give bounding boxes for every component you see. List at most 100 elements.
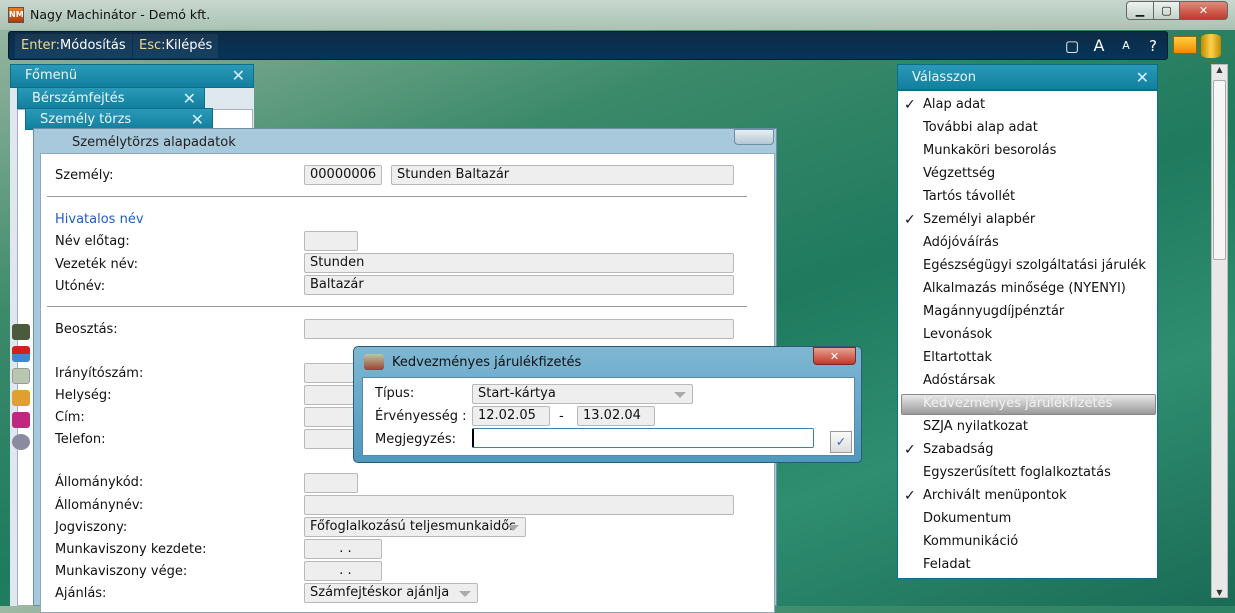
panel-szemely-torzs[interactable]: Személy törzs ✕ bbox=[25, 108, 213, 130]
house-icon[interactable] bbox=[12, 346, 30, 362]
dialog-close-button[interactable] bbox=[734, 129, 774, 145]
list-item[interactable]: SZJA nyilatkozat bbox=[923, 419, 1028, 434]
list-item[interactable]: Adóstársak bbox=[923, 373, 995, 388]
utonev-field[interactable]: Baltazár bbox=[304, 275, 734, 295]
list-item[interactable]: Egészségügyi szolgáltatási járulék bbox=[923, 258, 1146, 273]
megjegyzes-input[interactable] bbox=[472, 428, 814, 448]
list-item[interactable]: Dokumentum bbox=[923, 511, 1011, 526]
ervenyesseg-label: Érvényesség : bbox=[375, 409, 467, 424]
scroll-up-icon[interactable]: ▲ bbox=[1212, 65, 1227, 74]
minimize-button[interactable]: ▁ bbox=[1126, 1, 1154, 20]
scroll-thumb[interactable] bbox=[1213, 80, 1226, 260]
ok-check-button[interactable]: ✓ bbox=[830, 431, 852, 453]
list-item[interactable]: Munkaköri besorolás bbox=[923, 143, 1056, 158]
list-item[interactable]: Egyszerűsített foglalkoztatás bbox=[923, 465, 1111, 480]
panel-title: Válasszon bbox=[912, 70, 976, 85]
tipus-dropdown[interactable]: Start-kártya bbox=[472, 384, 693, 404]
allomanynev-field[interactable] bbox=[304, 495, 734, 515]
close-icon[interactable]: ✕ bbox=[183, 88, 196, 110]
list-item[interactable]: Adójóváírás bbox=[923, 235, 999, 250]
enter-modify-button[interactable]: Enter:Módosítás bbox=[15, 34, 132, 58]
list-item[interactable]: Kedvezményes járulékfizetés bbox=[923, 396, 1112, 411]
szemely-id-field[interactable]: 00000006 bbox=[304, 165, 382, 185]
allomanynev-label: Állománynév: bbox=[55, 498, 144, 513]
section-hivatalos-nev: Hivatalos név bbox=[55, 212, 144, 227]
jogviszony-dropdown[interactable]: Főfoglalkozású teljesmunkaidős bbox=[304, 517, 526, 537]
telefon-label: Telefon: bbox=[55, 432, 106, 447]
list-item[interactable]: Eltartottak bbox=[923, 350, 992, 365]
list-item[interactable]: Tartós távollét bbox=[923, 189, 1015, 204]
list-item[interactable]: További alap adat bbox=[923, 120, 1038, 135]
envelope-icon bbox=[364, 354, 384, 370]
app-logo-icon: NM bbox=[8, 7, 24, 23]
font-larger-button[interactable]: A bbox=[1086, 34, 1112, 58]
sidebar-icons bbox=[10, 320, 34, 456]
database-icon[interactable] bbox=[1201, 34, 1221, 58]
help-button[interactable]: ? bbox=[1140, 34, 1166, 58]
close-icon[interactable]: ✕ bbox=[232, 65, 245, 87]
modal-close-button[interactable]: ✕ bbox=[813, 347, 856, 365]
close-button[interactable]: ✕ bbox=[1179, 1, 1228, 20]
ajanlas-dropdown[interactable]: Számfejtéskor ajánlja bbox=[304, 583, 478, 603]
maximize-button[interactable]: ▢ bbox=[1153, 1, 1180, 20]
vezetek-nev-field[interactable]: Stunden bbox=[304, 253, 734, 273]
beosztas-field[interactable] bbox=[304, 319, 734, 339]
scroll-down-icon[interactable]: ▼ bbox=[1212, 588, 1227, 597]
list-item[interactable]: Archivált menüpontok bbox=[923, 488, 1067, 503]
vertical-scrollbar[interactable]: ▲ ▼ bbox=[1211, 64, 1228, 598]
nev-elotag-field[interactable] bbox=[304, 231, 358, 251]
cube-icon[interactable] bbox=[12, 412, 30, 428]
allomanykod-field[interactable] bbox=[304, 473, 358, 493]
dialog-title: Személytörzs alapadatok bbox=[72, 135, 236, 150]
beosztas-label: Beosztás: bbox=[55, 322, 118, 337]
check-icon: ✓ bbox=[904, 488, 916, 504]
register-icon[interactable] bbox=[12, 324, 30, 340]
iranyitoszam-label: Irányítószám: bbox=[55, 366, 144, 381]
ervenyesseg-to-field[interactable]: 13.02.04 bbox=[577, 406, 655, 426]
esc-exit-button[interactable]: Esc:Kilépés bbox=[133, 34, 219, 58]
jogviszony-label: Jogviszony: bbox=[55, 520, 128, 535]
check-icon: ✓ bbox=[904, 212, 916, 228]
cim-label: Cím: bbox=[55, 410, 85, 425]
panel-fomenu[interactable]: Főmenü ✕ bbox=[10, 64, 254, 88]
gears-icon[interactable] bbox=[12, 434, 30, 450]
divider bbox=[47, 196, 747, 197]
list-item[interactable]: Magánnyugdíjpénztár bbox=[923, 304, 1064, 319]
esc-label: Kilépés bbox=[165, 38, 213, 53]
cim-field[interactable] bbox=[304, 407, 358, 427]
panel-berszamfejtes[interactable]: Bérszámfejtés ✕ bbox=[17, 87, 205, 109]
vezetek-nev-label: Vezeték név: bbox=[55, 257, 139, 272]
monitor-icon[interactable] bbox=[1173, 36, 1197, 54]
ajanlas-label: Ajánlás: bbox=[55, 586, 107, 601]
nev-elotag-label: Név előtag: bbox=[55, 234, 130, 249]
list-item[interactable]: Levonások bbox=[923, 327, 992, 342]
mv-kezdete-field[interactable]: . . bbox=[304, 539, 382, 559]
list-item[interactable]: Alap adat bbox=[923, 97, 985, 112]
allomanykod-label: Állománykód: bbox=[55, 475, 144, 490]
ervenyesseg-from-field[interactable]: 12.02.05 bbox=[472, 406, 550, 426]
list-item[interactable]: Alkalmazás minősége (NYENYI) bbox=[923, 281, 1126, 296]
kedvezmenyes-dialog: Kedvezményes járulékfizetés ✕ Típus: Sta… bbox=[353, 346, 862, 463]
mv-vege-field[interactable]: . . bbox=[304, 561, 382, 581]
list-item[interactable]: Végzettség bbox=[923, 166, 995, 181]
envelope-icon[interactable] bbox=[12, 368, 30, 384]
window-mode-button[interactable]: ▢ bbox=[1059, 34, 1085, 58]
list-item[interactable]: Feladat bbox=[923, 557, 971, 572]
date-dash: - bbox=[559, 409, 564, 424]
szemely-name-field[interactable]: Stunden Baltazár bbox=[391, 165, 734, 185]
iranyitoszam-field[interactable] bbox=[304, 363, 358, 383]
telefon-field[interactable] bbox=[304, 429, 358, 449]
list-item[interactable]: Személyi alapbér bbox=[923, 212, 1035, 227]
megjegyzes-label: Megjegyzés: bbox=[375, 432, 456, 447]
divider bbox=[47, 306, 747, 307]
helyseg-field[interactable] bbox=[304, 385, 358, 405]
people-icon[interactable] bbox=[12, 390, 30, 406]
tipus-label: Típus: bbox=[375, 386, 415, 401]
panel-title: Bérszámfejtés bbox=[32, 91, 125, 106]
font-smaller-button[interactable]: A bbox=[1113, 34, 1139, 58]
modal-title: Kedvezményes járulékfizetés bbox=[392, 355, 582, 370]
list-item[interactable]: Szabadság bbox=[923, 442, 994, 457]
close-icon[interactable]: ✕ bbox=[1136, 65, 1149, 91]
list-item[interactable]: Kommunikáció bbox=[923, 534, 1018, 549]
panel-title: Személy törzs bbox=[40, 112, 132, 127]
